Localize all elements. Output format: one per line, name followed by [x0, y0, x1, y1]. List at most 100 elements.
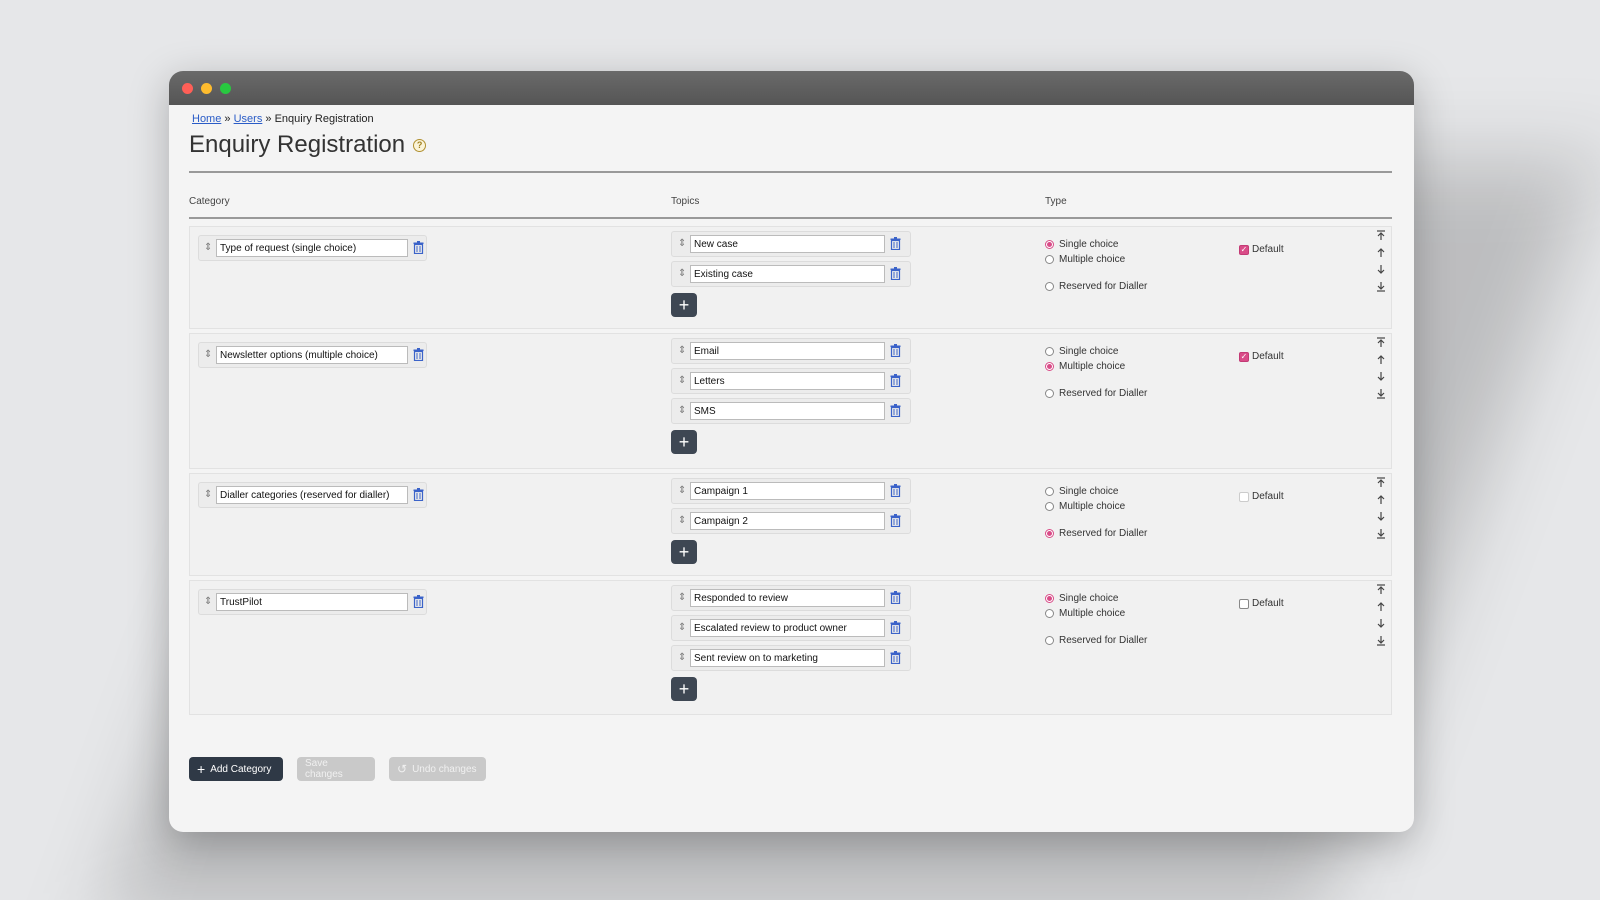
add-topic-button[interactable]: + — [671, 677, 697, 701]
move-down-icon[interactable] — [1375, 510, 1387, 522]
default-checkbox[interactable] — [1239, 598, 1249, 609]
minimize-window-button[interactable] — [201, 82, 212, 94]
add-topic-button[interactable]: + — [671, 293, 697, 317]
default-checkbox[interactable] — [1239, 491, 1249, 502]
drag-handle-icon[interactable]: ⇕ — [678, 346, 686, 356]
topic-name-input[interactable] — [690, 265, 885, 283]
category-name-input[interactable] — [216, 239, 409, 257]
move-down-icon[interactable] — [1375, 263, 1387, 275]
move-down-icon[interactable] — [1375, 617, 1387, 629]
radio-single[interactable] — [1045, 347, 1054, 356]
default-checkbox-field[interactable]: Default — [1239, 491, 1284, 502]
move-to-top-icon[interactable] — [1375, 583, 1387, 595]
type-option-single[interactable]: Single choice — [1045, 484, 1147, 499]
topic-name-input[interactable] — [690, 512, 885, 530]
radio-dialler[interactable] — [1045, 529, 1054, 538]
breadcrumb-users-link[interactable]: Users — [234, 113, 263, 125]
type-option-multiple[interactable]: Multiple choice — [1045, 252, 1147, 267]
type-option-single[interactable]: Single choice — [1045, 237, 1147, 252]
radio-dialler[interactable] — [1045, 389, 1054, 398]
move-to-top-icon[interactable] — [1375, 336, 1387, 348]
type-option-single[interactable]: Single choice — [1045, 591, 1147, 606]
move-to-bottom-icon[interactable] — [1375, 280, 1387, 292]
type-option-dialler[interactable]: Reserved for Dialler — [1045, 386, 1147, 401]
radio-multiple[interactable] — [1045, 609, 1054, 618]
undo-changes-button[interactable]: ↺ Undo changes — [389, 757, 486, 781]
drag-handle-icon[interactable]: ⇕ — [678, 516, 686, 526]
radio-multiple[interactable] — [1045, 502, 1054, 511]
move-to-bottom-icon[interactable] — [1375, 387, 1387, 399]
move-up-icon[interactable] — [1375, 493, 1387, 505]
default-checkbox[interactable] — [1239, 351, 1249, 362]
drag-handle-icon[interactable]: ⇕ — [204, 350, 212, 360]
drag-handle-icon[interactable]: ⇕ — [678, 269, 686, 279]
drag-handle-icon[interactable]: ⇕ — [678, 406, 686, 416]
topic-name-input[interactable] — [690, 402, 885, 420]
default-checkbox-field[interactable]: Default — [1239, 351, 1284, 362]
radio-single[interactable] — [1045, 487, 1054, 496]
type-option-multiple[interactable]: Multiple choice — [1045, 359, 1147, 374]
drag-handle-icon[interactable]: ⇕ — [204, 597, 212, 607]
delete-topic-icon[interactable] — [890, 374, 903, 388]
topic-name-input[interactable] — [690, 619, 885, 637]
add-topic-button[interactable]: + — [671, 540, 697, 564]
type-option-single[interactable]: Single choice — [1045, 344, 1147, 359]
close-window-button[interactable] — [182, 82, 193, 94]
category-name-input[interactable] — [216, 486, 409, 504]
default-checkbox-field[interactable]: Default — [1239, 598, 1284, 609]
category-name-input[interactable] — [216, 593, 409, 611]
delete-topic-icon[interactable] — [890, 344, 903, 358]
drag-handle-icon[interactable]: ⇕ — [678, 239, 686, 249]
topic-name-input[interactable] — [690, 372, 885, 390]
drag-handle-icon[interactable]: ⇕ — [678, 486, 686, 496]
drag-handle-icon[interactable]: ⇕ — [204, 490, 212, 500]
radio-single[interactable] — [1045, 594, 1054, 603]
radio-dialler[interactable] — [1045, 636, 1054, 645]
move-to-bottom-icon[interactable] — [1375, 634, 1387, 646]
save-changes-button[interactable]: Save changes — [297, 757, 375, 781]
drag-handle-icon[interactable]: ⇕ — [678, 653, 686, 663]
radio-dialler[interactable] — [1045, 282, 1054, 291]
maximize-window-button[interactable] — [220, 82, 231, 94]
move-up-icon[interactable] — [1375, 246, 1387, 258]
delete-topic-icon[interactable] — [890, 514, 903, 528]
delete-topic-icon[interactable] — [890, 267, 903, 281]
delete-category-icon[interactable] — [413, 595, 426, 609]
topic-name-input[interactable] — [690, 342, 885, 360]
delete-category-icon[interactable] — [413, 348, 426, 362]
help-icon[interactable]: ? — [413, 138, 427, 152]
drag-handle-icon[interactable]: ⇕ — [678, 593, 686, 603]
delete-topic-icon[interactable] — [890, 484, 903, 498]
move-to-top-icon[interactable] — [1375, 229, 1387, 241]
move-to-top-icon[interactable] — [1375, 476, 1387, 488]
move-up-icon[interactable] — [1375, 353, 1387, 365]
delete-topic-icon[interactable] — [890, 591, 903, 605]
topic-name-input[interactable] — [690, 235, 885, 253]
type-option-dialler[interactable]: Reserved for Dialler — [1045, 279, 1147, 294]
type-option-multiple[interactable]: Multiple choice — [1045, 606, 1147, 621]
topic-name-input[interactable] — [690, 589, 885, 607]
delete-topic-icon[interactable] — [890, 651, 903, 665]
type-option-dialler[interactable]: Reserved for Dialler — [1045, 633, 1147, 648]
default-checkbox[interactable] — [1239, 244, 1249, 255]
delete-topic-icon[interactable] — [890, 621, 903, 635]
move-to-bottom-icon[interactable] — [1375, 527, 1387, 539]
drag-handle-icon[interactable]: ⇕ — [204, 243, 212, 253]
topic-name-input[interactable] — [690, 482, 885, 500]
breadcrumb-home-link[interactable]: Home — [192, 113, 221, 125]
type-option-multiple[interactable]: Multiple choice — [1045, 499, 1147, 514]
category-name-input[interactable] — [216, 346, 409, 364]
delete-category-icon[interactable] — [413, 241, 426, 255]
add-category-button[interactable]: + Add Category — [189, 757, 283, 781]
delete-topic-icon[interactable] — [890, 237, 903, 251]
add-topic-button[interactable]: + — [671, 430, 697, 454]
delete-topic-icon[interactable] — [890, 404, 903, 418]
topic-name-input[interactable] — [690, 649, 885, 667]
drag-handle-icon[interactable]: ⇕ — [678, 376, 686, 386]
move-down-icon[interactable] — [1375, 370, 1387, 382]
drag-handle-icon[interactable]: ⇕ — [678, 623, 686, 633]
type-option-dialler[interactable]: Reserved for Dialler — [1045, 526, 1147, 541]
default-checkbox-field[interactable]: Default — [1239, 244, 1284, 255]
move-up-icon[interactable] — [1375, 600, 1387, 612]
radio-multiple[interactable] — [1045, 362, 1054, 371]
